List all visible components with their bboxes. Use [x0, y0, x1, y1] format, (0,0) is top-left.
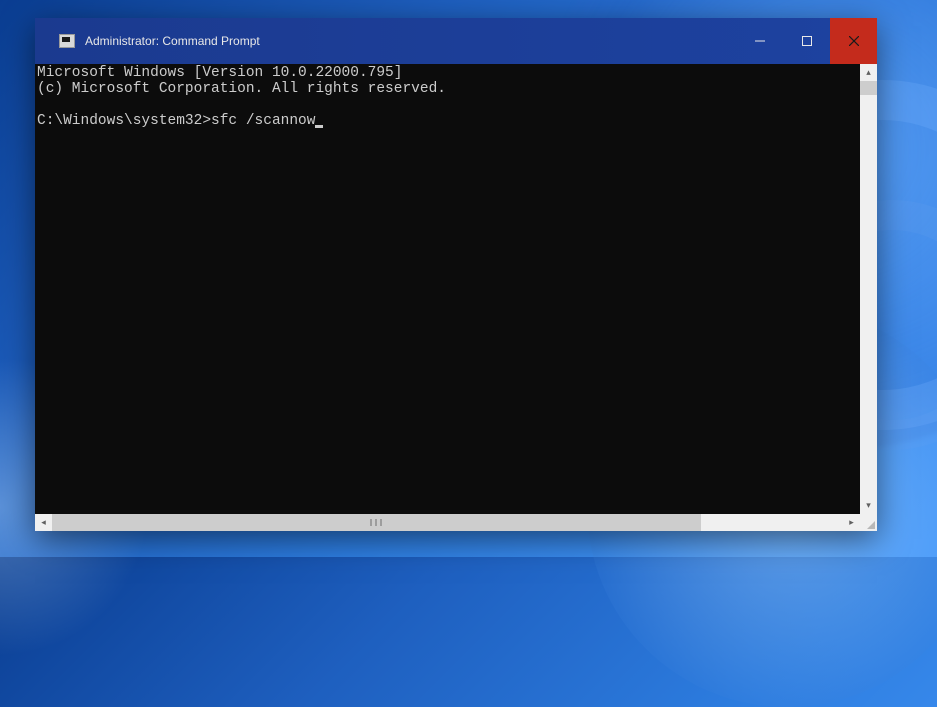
- vertical-scrollbar[interactable]: ▴ ▾: [860, 64, 877, 514]
- resize-grip[interactable]: [860, 514, 877, 531]
- chevron-down-icon: ▾: [866, 501, 871, 510]
- chevron-left-icon: ◂: [41, 518, 46, 527]
- scroll-left-button[interactable]: ◂: [35, 514, 52, 531]
- horizontal-scrollbar[interactable]: ◂ ▸: [35, 514, 877, 531]
- window-title: Administrator: Command Prompt: [85, 34, 260, 48]
- output-line: Microsoft Windows [Version 10.0.22000.79…: [37, 65, 402, 81]
- maximize-button[interactable]: [783, 18, 830, 64]
- output-line: (c) Microsoft Corporation. All rights re…: [37, 81, 446, 97]
- horizontal-scroll-track[interactable]: [52, 514, 843, 531]
- thumb-grip-icon: [370, 519, 382, 526]
- titlebar[interactable]: Administrator: Command Prompt: [35, 18, 877, 64]
- close-icon: [849, 36, 859, 46]
- title-left: Administrator: Command Prompt: [35, 34, 736, 48]
- close-button[interactable]: [830, 18, 877, 64]
- scroll-down-button[interactable]: ▾: [860, 497, 877, 514]
- cursor: [315, 125, 323, 128]
- scroll-right-button[interactable]: ▸: [843, 514, 860, 531]
- horizontal-scroll-thumb[interactable]: [52, 514, 701, 531]
- terminal-area: Microsoft Windows [Version 10.0.22000.79…: [35, 64, 877, 514]
- chevron-right-icon: ▸: [849, 518, 854, 527]
- terminal-output[interactable]: Microsoft Windows [Version 10.0.22000.79…: [35, 64, 860, 514]
- scroll-up-button[interactable]: ▴: [860, 64, 877, 81]
- cmd-icon: [59, 34, 75, 48]
- vertical-scroll-track[interactable]: [860, 81, 877, 497]
- chevron-up-icon: ▴: [866, 68, 871, 77]
- minimize-icon: [755, 36, 765, 46]
- command-input[interactable]: sfc /scannow: [211, 113, 315, 129]
- prompt: C:\Windows\system32>: [37, 113, 211, 129]
- vertical-scroll-thumb[interactable]: [860, 81, 877, 95]
- maximize-icon: [802, 36, 812, 46]
- command-prompt-window: Administrator: Command Prompt Micr: [35, 18, 877, 531]
- window-controls: [736, 18, 877, 64]
- minimize-button[interactable]: [736, 18, 783, 64]
